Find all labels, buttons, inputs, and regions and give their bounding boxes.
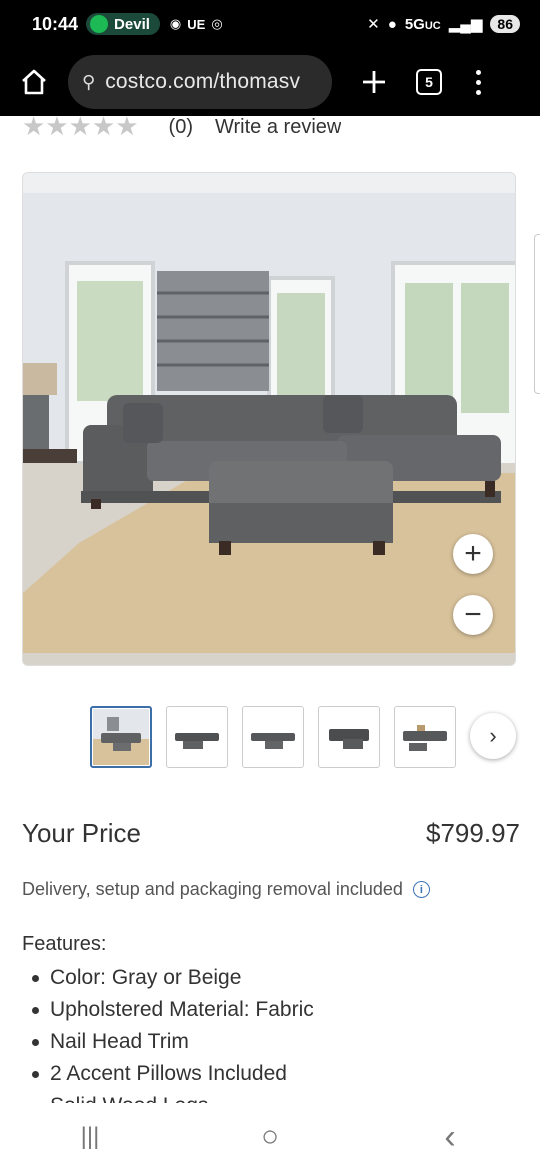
delivery-text: Delivery, setup and packaging removal in… (22, 879, 403, 899)
delivery-note: Delivery, setup and packaging removal in… (22, 879, 430, 900)
features-section: Features: Color: Gray or Beige Upholster… (22, 933, 522, 1103)
thumbnail-image (251, 733, 295, 749)
network-type: 5GUC (404, 15, 441, 33)
zoom-in-button[interactable]: + (453, 534, 493, 574)
bullet (32, 1006, 39, 1014)
tab-switcher-button[interactable]: 5 (416, 69, 442, 95)
notification-label: UE (187, 16, 206, 32)
browser-toolbar: ⚲ costco.com/thomasv 5 (0, 48, 540, 116)
price-label: Your Price (22, 818, 141, 848)
thumbnail[interactable] (242, 706, 304, 768)
menu-dot (476, 69, 481, 75)
feature-item: Nail Head Trim (22, 1026, 522, 1058)
signal-icon: ▂▄▆ (448, 16, 483, 33)
new-tab-button[interactable] (346, 54, 402, 110)
home-icon (22, 69, 46, 95)
overflow-menu-button[interactable] (476, 69, 481, 95)
notification-icons: ◉ UE ◎ (170, 16, 223, 32)
features-title: Features: (22, 933, 107, 955)
feature-item: Solid Wood Legs (22, 1090, 522, 1103)
thumbnail-image (93, 709, 149, 765)
menu-dot (476, 79, 481, 85)
thumbnail-image (329, 729, 369, 749)
mute-icon: ✕ (367, 16, 380, 33)
side-panel-handle[interactable] (534, 234, 540, 394)
address-bar[interactable]: ⚲ costco.com/thomasv (68, 55, 332, 109)
back-button[interactable]: ‹ (420, 1118, 480, 1157)
rating-row: ★★★★★ (0) Write a review (22, 116, 341, 142)
spotify-chip: Devil (86, 13, 160, 35)
thumbnail-strip (90, 706, 456, 768)
spotify-icon (90, 15, 109, 33)
thumbnail[interactable] (90, 706, 152, 768)
feature-item: 2 Accent Pillows Included (22, 1058, 522, 1090)
info-icon[interactable]: i (412, 881, 430, 898)
sectional-sofa-photo (23, 173, 515, 665)
price-row: Your Price $799.97 (22, 818, 520, 849)
system-nav-bar: ||| ○ ‹ (0, 1104, 540, 1170)
menu-dot (476, 89, 481, 95)
home-button[interactable] (6, 54, 62, 110)
price-value: $799.97 (426, 818, 520, 848)
feature-item: Color: Gray or Beige (22, 962, 522, 994)
thumbnail-image (175, 733, 219, 749)
home-nav-button[interactable]: ○ (240, 1120, 300, 1154)
review-count: (0) (168, 116, 193, 138)
bullet (32, 1102, 39, 1103)
star-rating: ★★★★★ (22, 116, 139, 141)
thumbnail-image (403, 725, 447, 751)
status-bar: 10:44 Devil ◉ UE ◎ ✕ ● 5GUC ▂▄▆ 86 (0, 0, 540, 48)
spotify-label: Devil (114, 15, 150, 33)
plus-icon (363, 71, 385, 93)
notification-icon: ◉ (169, 16, 182, 31)
clock: 10:44 (32, 13, 79, 34)
bullet (32, 1038, 39, 1046)
notification-icon: ◎ (211, 16, 223, 31)
recents-button[interactable]: ||| (60, 1123, 120, 1151)
thumbnail[interactable] (166, 706, 228, 768)
bullet (32, 1070, 39, 1078)
write-review-link[interactable]: Write a review (215, 116, 341, 139)
battery-indicator: 86 (490, 15, 520, 33)
feature-item: Upholstered Material: Fabric (22, 994, 522, 1026)
next-thumbnail-button[interactable]: › (470, 713, 516, 759)
bullet (32, 974, 39, 982)
product-image[interactable]: + − (22, 172, 516, 666)
location-icon: ● (387, 15, 397, 33)
thumbnail[interactable] (394, 706, 456, 768)
zoom-out-button[interactable]: − (453, 595, 493, 635)
system-icons: ✕ ● 5GUC ▂▄▆ 86 (367, 15, 520, 33)
thumbnail[interactable] (318, 706, 380, 768)
url-text: costco.com/thomasv (105, 70, 301, 93)
site-settings-icon[interactable]: ⚲ (82, 72, 95, 93)
